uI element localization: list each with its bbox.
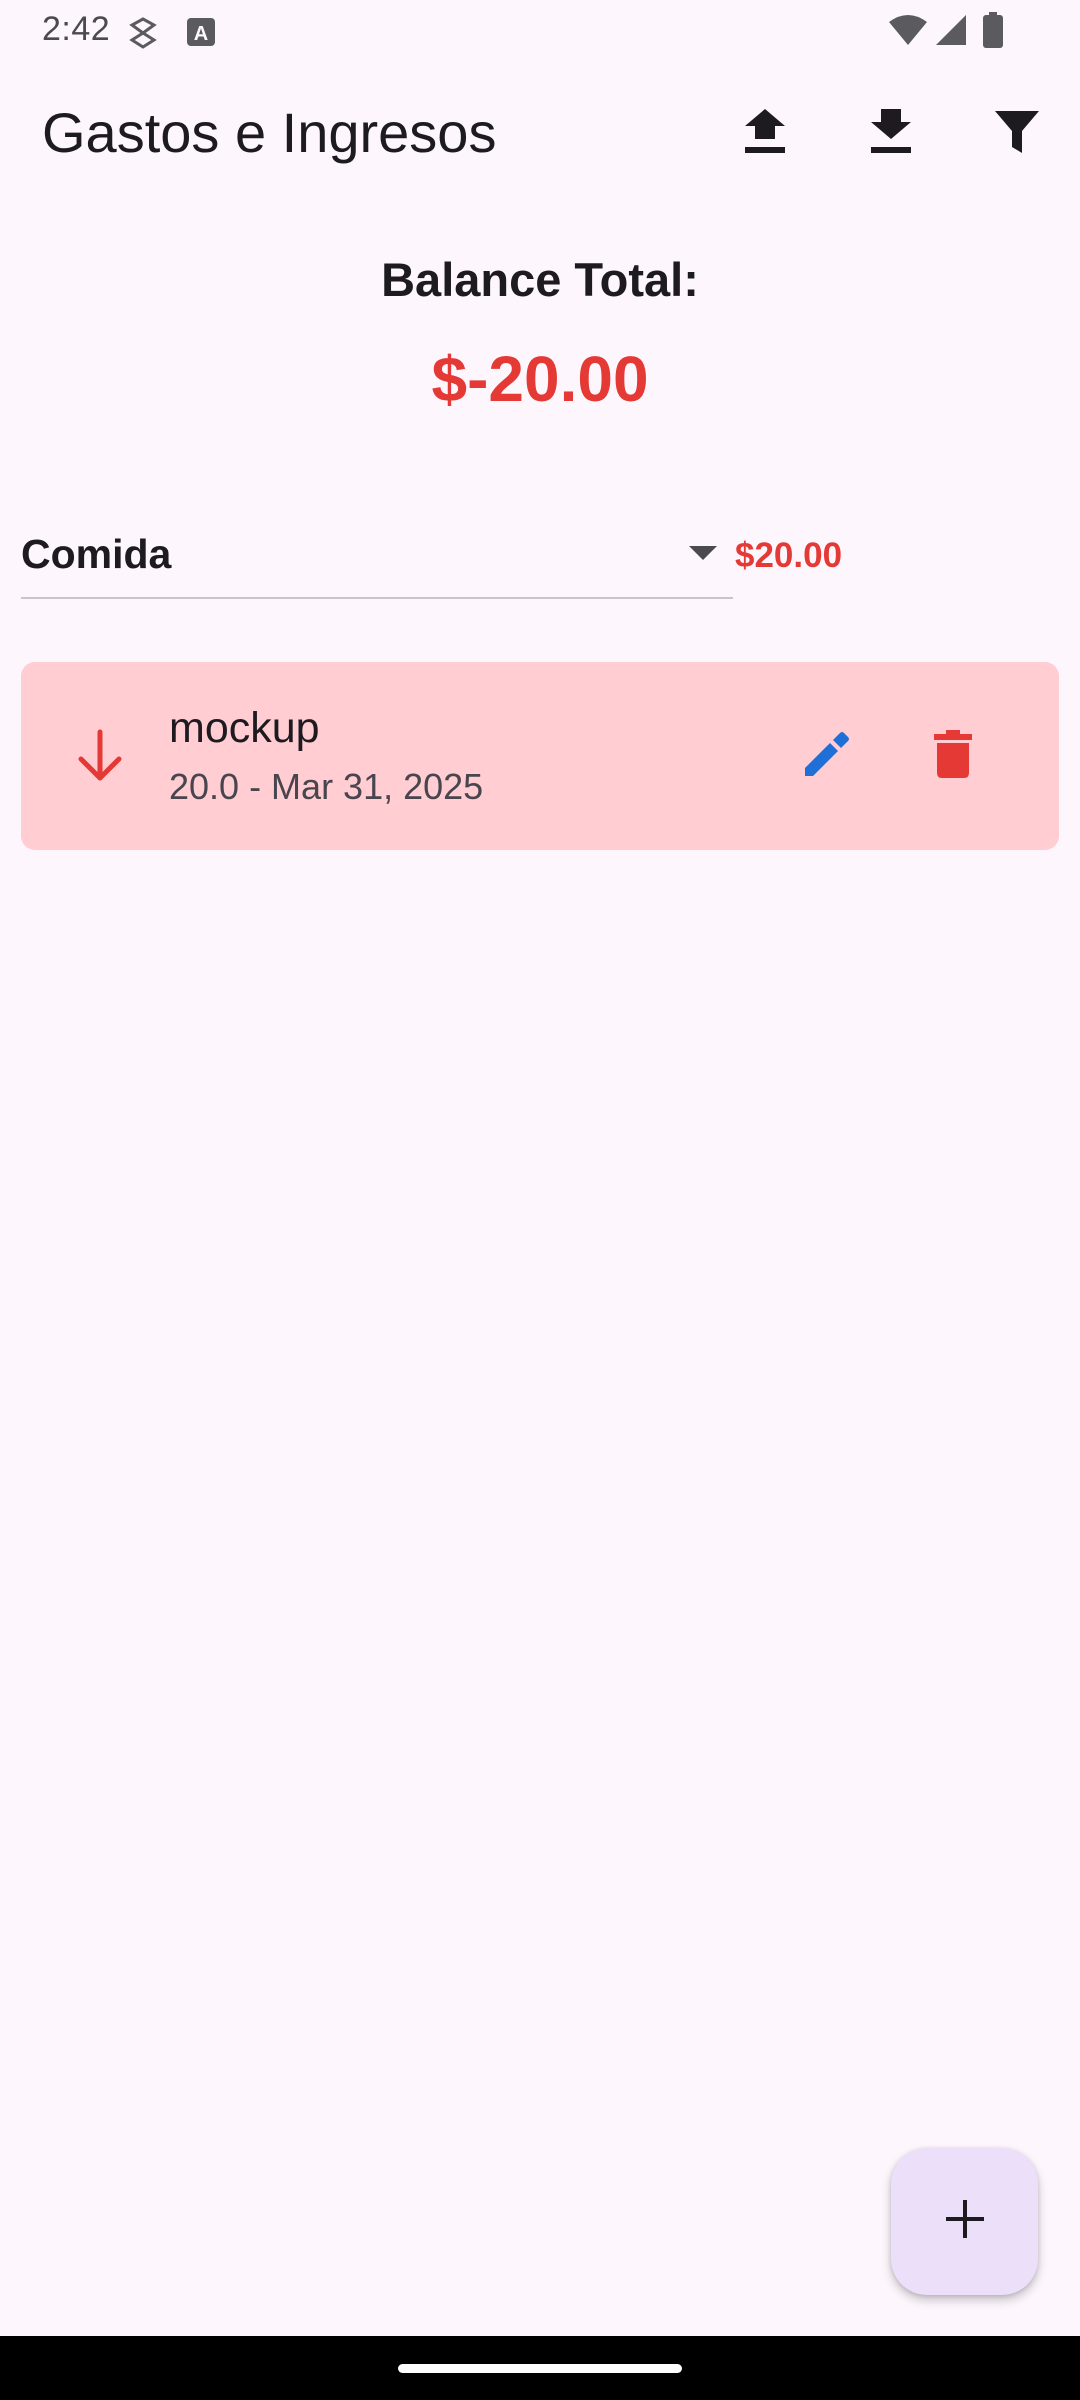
keyboard-a-icon: A (186, 17, 216, 52)
status-bar: 2:42 A (0, 0, 1080, 62)
navigation-bar (0, 2336, 1080, 2400)
edit-button[interactable] (785, 714, 869, 798)
balance-label: Balance Total: (381, 253, 699, 306)
dropdown-arrow-icon (689, 546, 717, 560)
app-title: Gastos e Ingresos (42, 101, 497, 164)
download-icon (869, 108, 913, 160)
delete-icon (933, 729, 973, 784)
app-screen: 2:42 A Gastos e Ingresos Balance Total: … (0, 0, 1080, 2400)
edit-icon (802, 729, 852, 784)
delete-button[interactable] (911, 714, 995, 798)
balance-value: $-20.00 (431, 343, 649, 415)
signal-icon (934, 14, 968, 51)
download-button[interactable] (849, 92, 933, 176)
transaction-card[interactable]: mockup 20.0 - Mar 31, 2025 (21, 662, 1059, 850)
arrow-down-icon (65, 720, 135, 790)
transaction-subtitle: 20.0 - Mar 31, 2025 (169, 766, 484, 807)
category-selected: Comida (21, 531, 172, 577)
app-bar: Gastos e Ingresos (0, 62, 1080, 208)
upload-button[interactable] (723, 92, 807, 176)
battery-icon (982, 12, 1004, 53)
status-time: 2:42 (42, 10, 111, 48)
filter-button[interactable] (975, 92, 1059, 176)
category-dropdown[interactable]: Comida (21, 515, 733, 599)
add-icon (943, 2197, 987, 2246)
category-total: $20.00 (735, 536, 843, 575)
shield-key-icon (128, 16, 158, 55)
wifi-icon (888, 14, 928, 51)
add-button[interactable] (891, 2148, 1038, 2295)
filter-icon (994, 109, 1040, 160)
upload-icon (743, 108, 787, 160)
home-handle[interactable] (398, 2364, 682, 2373)
transaction-title: mockup (169, 704, 320, 752)
svg-text:A: A (194, 23, 208, 45)
